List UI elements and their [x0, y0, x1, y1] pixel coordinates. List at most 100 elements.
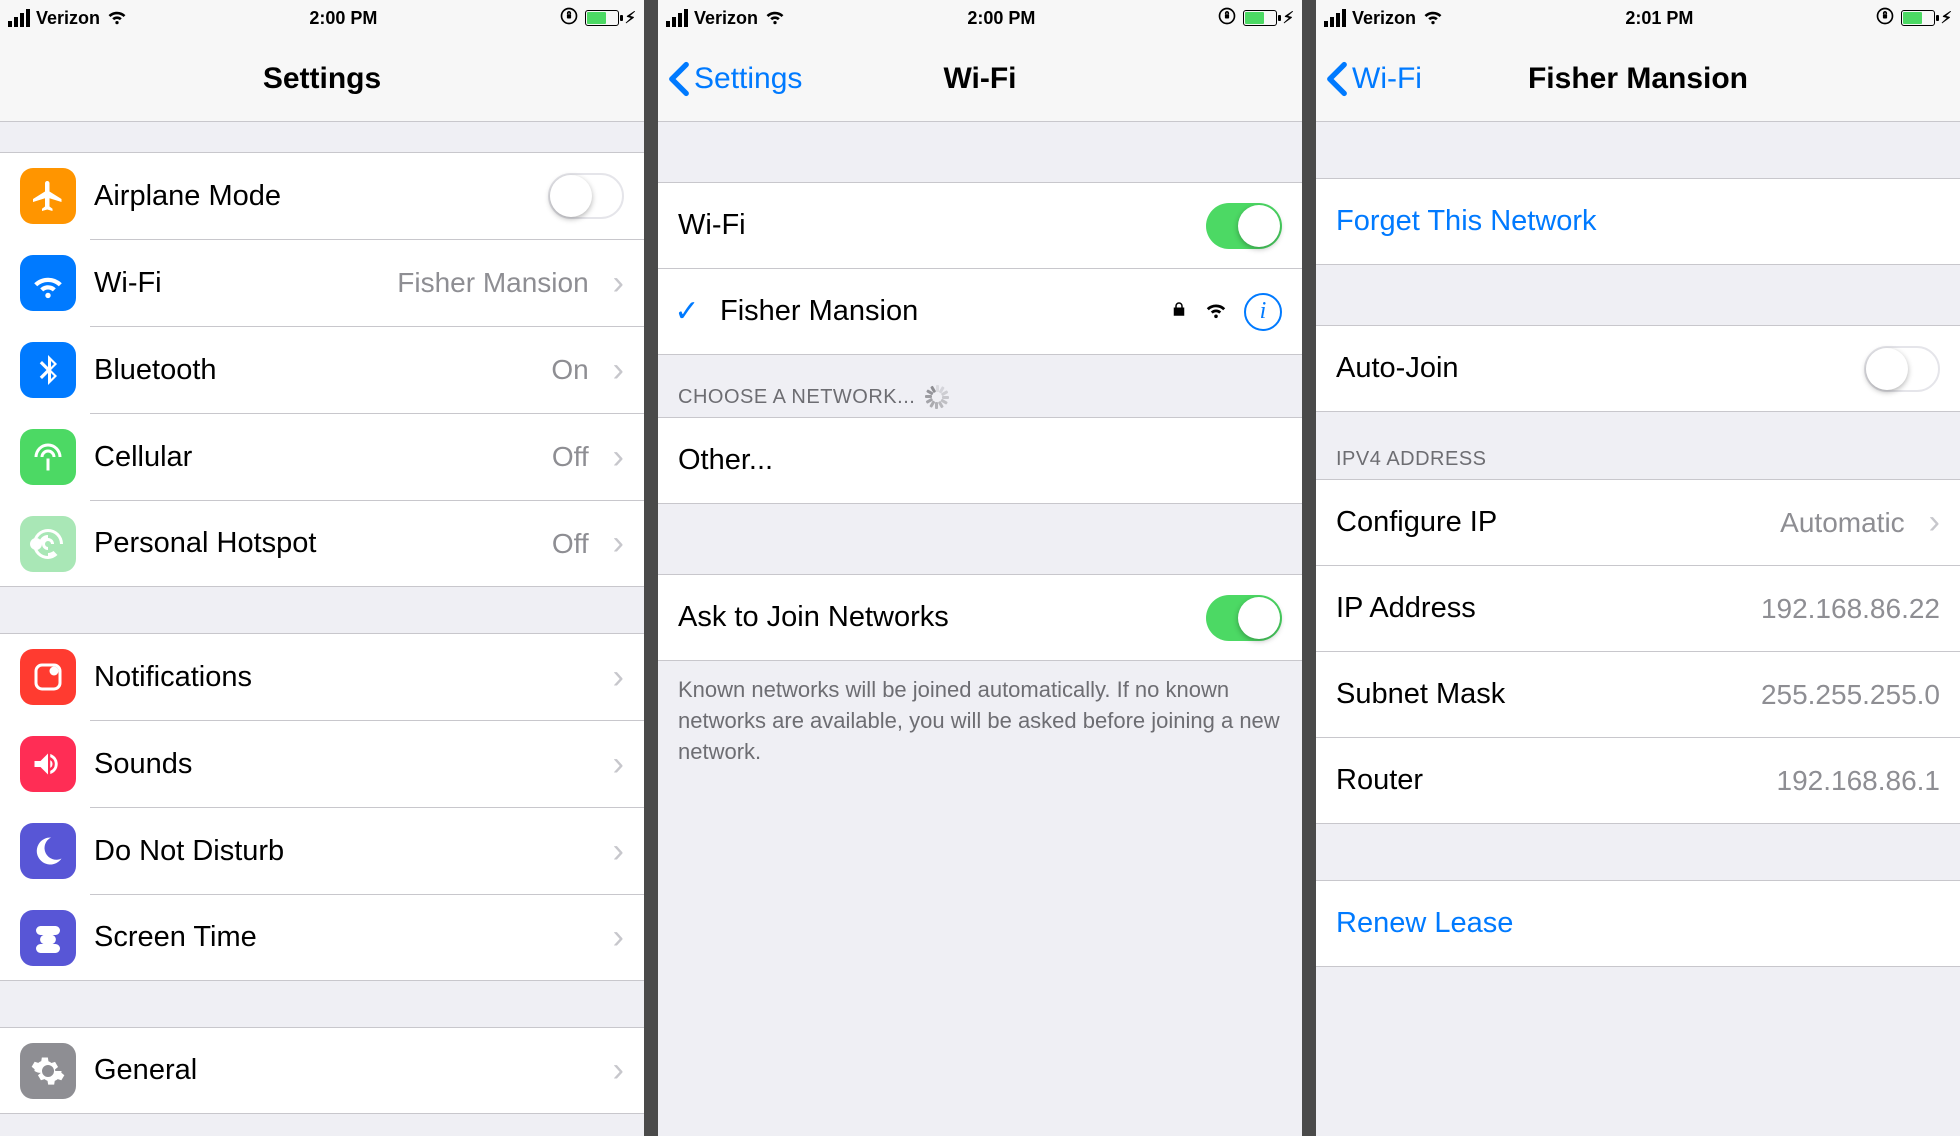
subnet-row: Subnet Mask 255.255.255.0 — [1316, 652, 1960, 738]
chevron-right-icon: › — [613, 264, 624, 303]
wifi-signal-icon — [1204, 296, 1228, 327]
carrier-label: Verizon — [1352, 8, 1416, 29]
back-button[interactable]: Settings — [668, 61, 802, 97]
other-network-row[interactable]: Other... — [658, 418, 1302, 504]
carrier-label: Verizon — [694, 8, 758, 29]
status-bar: Verizon 2:00 PM ⚡︎ — [658, 0, 1302, 36]
cellular-icon — [20, 429, 76, 485]
ask-label: Ask to Join Networks — [678, 601, 1188, 634]
choose-network-header: CHOOSE A NETWORK... — [658, 355, 1302, 417]
configure-ip-value: Automatic — [1780, 507, 1905, 539]
nav-bar: Settings Wi-Fi — [658, 36, 1302, 122]
back-label: Wi-Fi — [1352, 62, 1422, 96]
battery-icon — [585, 10, 619, 26]
chevron-right-icon: › — [613, 438, 624, 477]
configure-ip-row[interactable]: Configure IP Automatic › — [1316, 480, 1960, 566]
settings-item-notifications[interactable]: Notifications › — [0, 634, 644, 720]
ask-to-join-row: Ask to Join Networks — [658, 575, 1302, 661]
settings-item-wifi[interactable]: Wi-Fi Fisher Mansion › — [0, 240, 644, 326]
signal-icon — [666, 9, 688, 27]
general-icon — [20, 1043, 76, 1099]
settings-item-screentime[interactable]: Screen Time › — [0, 895, 644, 981]
wifi-toggle[interactable] — [1206, 203, 1282, 249]
setting-label: Screen Time — [94, 921, 589, 954]
network-name: Fisher Mansion — [720, 295, 1152, 328]
setting-value: Off — [552, 441, 589, 473]
hotspot-icon — [20, 516, 76, 572]
setting-label: Bluetooth — [94, 354, 533, 387]
wifi-icon — [20, 255, 76, 311]
battery-icon — [1243, 10, 1277, 26]
carrier-label: Verizon — [36, 8, 100, 29]
status-bar: Verizon 2:00 PM ⚡︎ — [0, 0, 644, 36]
setting-label: Wi-Fi — [94, 267, 379, 300]
chevron-right-icon: › — [1929, 503, 1940, 542]
forget-network-row[interactable]: Forget This Network — [1316, 179, 1960, 265]
autojoin-toggle[interactable] — [1864, 346, 1940, 392]
signal-icon — [8, 9, 30, 27]
charging-icon: ⚡︎ — [1941, 8, 1952, 28]
loading-spinner-icon — [925, 385, 949, 409]
chevron-right-icon: › — [613, 1051, 624, 1090]
settings-item-hotspot[interactable]: Personal Hotspot Off › — [0, 501, 644, 587]
forget-label: Forget This Network — [1336, 205, 1940, 238]
bluetooth-icon — [20, 342, 76, 398]
chevron-right-icon: › — [613, 745, 624, 784]
back-label: Settings — [694, 62, 802, 96]
wifi-label: Wi-Fi — [678, 209, 1188, 242]
settings-item-general[interactable]: General › — [0, 1028, 644, 1114]
wifi-status-icon — [1422, 4, 1444, 32]
wifi-toggle-row: Wi-Fi — [658, 183, 1302, 269]
settings-item-dnd[interactable]: Do Not Disturb › — [0, 808, 644, 894]
setting-label: Personal Hotspot — [94, 527, 534, 560]
airplane-toggle[interactable] — [548, 173, 624, 219]
router-row: Router 192.168.86.1 — [1316, 738, 1960, 824]
setting-label: Sounds — [94, 748, 589, 781]
setting-label: General — [94, 1054, 589, 1087]
ip-address-row: IP Address 192.168.86.22 — [1316, 566, 1960, 652]
settings-item-sounds[interactable]: Sounds › — [0, 721, 644, 807]
orientation-lock-icon — [1217, 6, 1237, 31]
nav-bar: Wi-Fi Fisher Mansion — [1316, 36, 1960, 122]
subnet-label: Subnet Mask — [1336, 678, 1743, 711]
back-button[interactable]: Wi-Fi — [1326, 61, 1422, 97]
settings-item-bluetooth[interactable]: Bluetooth On › — [0, 327, 644, 413]
ask-toggle[interactable] — [1206, 595, 1282, 641]
autojoin-row: Auto-Join — [1316, 326, 1960, 412]
chevron-right-icon: › — [613, 918, 624, 957]
router-value: 192.168.86.1 — [1777, 765, 1941, 797]
ip-label: IP Address — [1336, 592, 1743, 625]
settings-item-airplane[interactable]: Airplane Mode — [0, 153, 644, 239]
setting-label: Airplane Mode — [94, 180, 530, 213]
ipv4-header: IPV4 ADDRESS — [1316, 412, 1960, 479]
airplane-icon — [20, 168, 76, 224]
connected-network-row[interactable]: ✓ Fisher Mansion i — [658, 269, 1302, 355]
setting-label: Cellular — [94, 441, 534, 474]
chevron-right-icon: › — [613, 351, 624, 390]
settings-screen: Verizon 2:00 PM ⚡︎ Settings Airplane Mod… — [0, 0, 644, 1136]
settings-item-cellular[interactable]: Cellular Off › — [0, 414, 644, 500]
page-title: Settings — [0, 62, 644, 96]
chevron-right-icon: › — [613, 524, 624, 563]
router-label: Router — [1336, 764, 1759, 797]
configure-ip-label: Configure IP — [1336, 506, 1762, 539]
clock: 2:00 PM — [309, 8, 377, 29]
notifications-icon — [20, 649, 76, 705]
network-detail-screen: Verizon 2:01 PM ⚡︎ Wi-Fi Fisher Mansion … — [1316, 0, 1960, 1136]
setting-label: Notifications — [94, 661, 589, 694]
wifi-status-icon — [764, 4, 786, 32]
wifi-screen: Verizon 2:00 PM ⚡︎ Settings Wi-Fi Wi-Fi — [658, 0, 1302, 1136]
lock-icon — [1170, 300, 1188, 324]
autojoin-label: Auto-Join — [1336, 352, 1846, 385]
other-label: Other... — [678, 444, 1282, 477]
status-bar: Verizon 2:01 PM ⚡︎ — [1316, 0, 1960, 36]
ip-value: 192.168.86.22 — [1761, 593, 1940, 625]
setting-value: On — [551, 354, 588, 386]
info-button[interactable]: i — [1244, 293, 1282, 331]
renew-lease-row[interactable]: Renew Lease — [1316, 881, 1960, 967]
chevron-right-icon: › — [613, 832, 624, 871]
checkmark-icon: ✓ — [672, 294, 702, 329]
chevron-right-icon: › — [613, 658, 624, 697]
orientation-lock-icon — [559, 6, 579, 31]
setting-value: Fisher Mansion — [397, 267, 588, 299]
